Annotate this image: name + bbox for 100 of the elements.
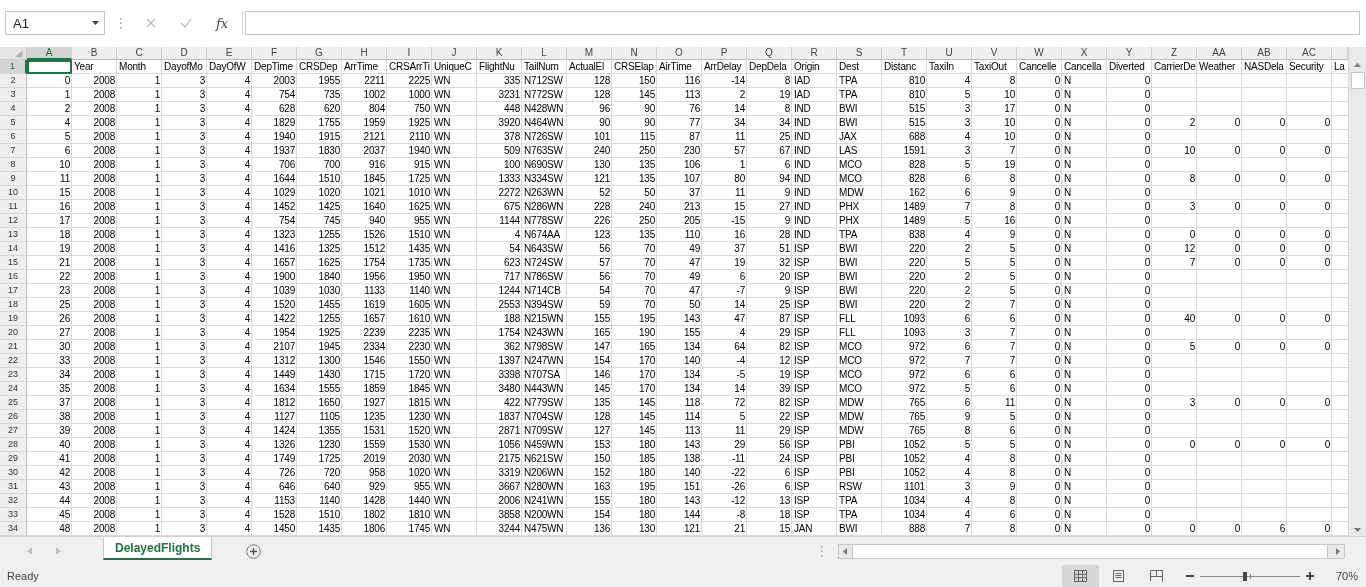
table-cell[interactable]: 1 [117,284,162,298]
table-cell[interactable]: 4 [207,298,252,312]
table-cell[interactable]: N724SW [522,256,567,270]
table-cell[interactable]: 1625 [387,200,432,214]
table-cell[interactable]: N [1062,200,1107,214]
table-cell[interactable]: 0 [1017,522,1062,536]
table-cell[interactable]: 1754 [477,326,522,340]
table-cell[interactable]: 1735 [387,256,432,270]
table-cell[interactable]: 3 [162,256,207,270]
table-cell[interactable]: 4 [207,200,252,214]
table-cell[interactable]: WN [432,200,477,214]
table-cell[interactable]: 1900 [252,270,297,284]
table-cell[interactable]: 735 [297,88,342,102]
column-header[interactable]: K [477,47,522,60]
table-cell[interactable]: WN [432,312,477,326]
table-cell[interactable]: 40 [1152,312,1197,326]
table-cell[interactable]: 4 [927,74,972,88]
table-cell[interactable]: ISP [792,312,837,326]
row-header[interactable]: 24 [0,382,27,396]
table-cell[interactable]: 1034 [882,494,927,508]
table-cell[interactable]: ArrTime [342,60,387,74]
table-cell[interactable]: 3 [162,438,207,452]
table-cell[interactable]: 127 [567,424,612,438]
table-cell[interactable]: 4 [207,144,252,158]
column-header[interactable]: M [567,47,612,60]
table-cell[interactable]: ISP [792,354,837,368]
table-cell[interactable]: 1925 [297,326,342,340]
table-cell[interactable]: 3 [162,228,207,242]
row-header[interactable]: 2 [0,74,27,88]
table-cell[interactable]: 7 [972,298,1017,312]
table-cell[interactable]: 1754 [342,256,387,270]
zoom-level[interactable]: 70% [1335,570,1358,582]
table-cell[interactable]: 135 [567,396,612,410]
table-cell[interactable]: 37 [657,186,702,200]
table-cell[interactable]: 0 [1017,144,1062,158]
table-cell[interactable]: 3 [162,368,207,382]
scroll-left-icon[interactable] [843,547,847,555]
column-header[interactable]: Y [1107,47,1152,60]
table-cell[interactable]: N [1062,354,1107,368]
table-cell[interactable]: 1619 [342,298,387,312]
table-cell[interactable]: 700 [297,158,342,172]
table-cell[interactable]: 220 [882,298,927,312]
table-cell[interactable]: ActualEl [567,60,612,74]
table-cell[interactable]: 205 [657,214,702,228]
table-cell[interactable]: 3 [162,158,207,172]
table-cell[interactable]: 136 [567,522,612,536]
table-cell[interactable]: ISP [792,256,837,270]
table-cell[interactable]: 11 [702,186,747,200]
table-cell[interactable]: WN [432,284,477,298]
table-cell[interactable]: 1 [117,368,162,382]
table-cell[interactable]: 1312 [252,354,297,368]
table-cell[interactable]: 230 [657,144,702,158]
table-cell[interactable]: 0 [1287,228,1332,242]
table-cell[interactable]: 1 [117,256,162,270]
table-cell[interactable]: -12 [702,494,747,508]
table-cell[interactable]: MCO [837,382,882,396]
active-cell[interactable] [27,60,72,74]
table-cell[interactable]: 1435 [297,522,342,536]
table-cell[interactable]: 1422 [252,312,297,326]
table-cell[interactable]: IAD [792,74,837,88]
table-cell[interactable]: 0 [1107,326,1152,340]
table-cell[interactable]: 1925 [387,116,432,130]
table-cell[interactable]: 1802 [342,508,387,522]
table-cell[interactable]: N [1062,396,1107,410]
cancel-icon[interactable] [146,18,156,28]
table-cell[interactable]: WN [432,480,477,494]
table-cell[interactable]: 2008 [72,508,117,522]
table-cell[interactable]: N428WN [522,102,567,116]
column-header[interactable]: O [657,47,702,60]
table-cell[interactable]: 107 [657,172,702,186]
table-cell[interactable]: 515 [882,116,927,130]
table-cell[interactable]: 3244 [477,522,522,536]
table-cell[interactable]: 113 [657,88,702,102]
table-cell[interactable]: N [1062,508,1107,522]
table-cell[interactable]: 47 [702,312,747,326]
table-cell[interactable]: 9 [747,284,792,298]
table-cell[interactable]: N [1062,102,1107,116]
table-cell[interactable]: WN [432,494,477,508]
table-cell[interactable]: 56 [567,242,612,256]
table-cell[interactable]: N778SW [522,214,567,228]
table-cell[interactable]: 49 [657,270,702,284]
table-cell[interactable]: 47 [657,284,702,298]
table-cell[interactable]: 19 [702,256,747,270]
table-cell[interactable]: 0 [1017,270,1062,284]
table-cell[interactable]: ISP [792,452,837,466]
table-cell[interactable]: N772SW [522,88,567,102]
table-cell[interactable]: 958 [342,466,387,480]
table-cell[interactable]: 0 [1107,438,1152,452]
table-cell[interactable]: 2 [1152,116,1197,130]
table-cell[interactable]: 138 [657,452,702,466]
table-cell[interactable]: 8 [972,74,1017,88]
table-cell[interactable]: AirTime [657,60,702,74]
table-cell[interactable]: TaxiOut [972,60,1017,74]
table-cell[interactable]: 3 [162,340,207,354]
table-cell[interactable]: 2008 [72,172,117,186]
insert-function-button[interactable]: fx [216,15,229,31]
table-cell[interactable]: 0 [1197,242,1242,256]
table-cell[interactable]: 220 [882,256,927,270]
column-header[interactable]: W [1017,47,1062,60]
table-cell[interactable]: N786SW [522,270,567,284]
